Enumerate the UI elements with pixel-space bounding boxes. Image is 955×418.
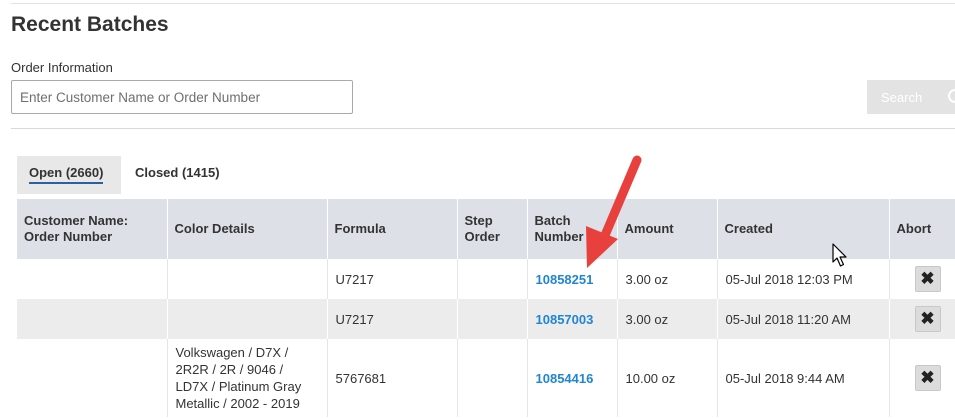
cell-batch-number: 10857003 bbox=[526, 299, 617, 339]
cell-abort: ✖ bbox=[888, 339, 955, 417]
cell-created: 05-Jul 2018 11:20 AM bbox=[716, 299, 889, 339]
tab-closed-label: Closed (1415) bbox=[135, 165, 220, 180]
section-divider bbox=[11, 128, 955, 129]
search-button[interactable]: Search bbox=[867, 80, 955, 114]
cell-step-order bbox=[456, 299, 527, 339]
top-divider bbox=[11, 3, 955, 4]
header-created: Created bbox=[716, 199, 889, 259]
tab-open[interactable]: Open (2660) bbox=[17, 156, 121, 194]
abort-close-icon[interactable]: ✖ bbox=[914, 365, 941, 391]
cell-formula: U7217 bbox=[326, 299, 457, 339]
header-abort: Abort bbox=[888, 199, 955, 259]
tab-open-label: Open (2660) bbox=[29, 165, 104, 184]
batch-number-link[interactable]: 10858251 bbox=[536, 272, 594, 287]
header-batch-number: Batch Number bbox=[526, 199, 617, 259]
cell-color-details: Volkswagen / D7X / 2R2R / 2R / 9046 / LD… bbox=[166, 339, 327, 417]
header-step-order: Step Order bbox=[456, 199, 527, 259]
cell-step-order bbox=[456, 259, 527, 299]
table-header-row: Customer Name: Order Number Color Detail… bbox=[17, 199, 955, 259]
cell-amount: 3.00 oz bbox=[616, 299, 717, 339]
cell-batch-number: 10854416 bbox=[526, 339, 617, 417]
cell-batch-number: 10858251 bbox=[526, 259, 617, 299]
cell-customer bbox=[17, 259, 167, 299]
page-title: Recent Batches bbox=[11, 13, 169, 36]
batch-number-link[interactable]: 10854416 bbox=[536, 371, 594, 386]
tab-closed[interactable]: Closed (1415) bbox=[125, 156, 245, 194]
batch-number-link[interactable]: 10857003 bbox=[536, 312, 594, 327]
cell-created: 05-Jul 2018 9:44 AM bbox=[716, 339, 889, 417]
cell-color-details bbox=[166, 259, 327, 299]
cell-abort: ✖ bbox=[888, 259, 955, 299]
cell-created: 05-Jul 2018 12:03 PM bbox=[716, 259, 889, 299]
header-color-details: Color Details bbox=[166, 199, 327, 259]
header-formula: Formula bbox=[326, 199, 457, 259]
header-customer: Customer Name: Order Number bbox=[17, 199, 167, 259]
cell-amount: 10.00 oz bbox=[616, 339, 717, 417]
abort-close-icon[interactable]: ✖ bbox=[914, 306, 941, 332]
table-row: U7217 10858251 3.00 oz 05-Jul 2018 12:03… bbox=[17, 259, 955, 299]
mouse-pointer-icon bbox=[832, 243, 847, 267]
header-amount: Amount bbox=[616, 199, 717, 259]
cell-abort: ✖ bbox=[888, 299, 955, 339]
table-row: Volkswagen / D7X / 2R2R / 2R / 9046 / LD… bbox=[17, 339, 955, 417]
abort-close-icon[interactable]: ✖ bbox=[914, 266, 941, 292]
table-row: U7217 10857003 3.00 oz 05-Jul 2018 11:20… bbox=[17, 299, 955, 339]
cell-step-order bbox=[456, 339, 527, 417]
cell-customer bbox=[17, 299, 167, 339]
search-icon[interactable] bbox=[948, 89, 955, 103]
cell-formula: 5767681 bbox=[326, 339, 457, 417]
cell-color-details bbox=[166, 299, 327, 339]
order-information-label: Order Information bbox=[11, 60, 113, 75]
cell-customer bbox=[17, 339, 167, 417]
cell-formula: U7217 bbox=[326, 259, 457, 299]
search-input[interactable] bbox=[11, 80, 353, 114]
cell-amount: 3.00 oz bbox=[616, 259, 717, 299]
batches-table: Customer Name: Order Number Color Detail… bbox=[17, 199, 955, 417]
